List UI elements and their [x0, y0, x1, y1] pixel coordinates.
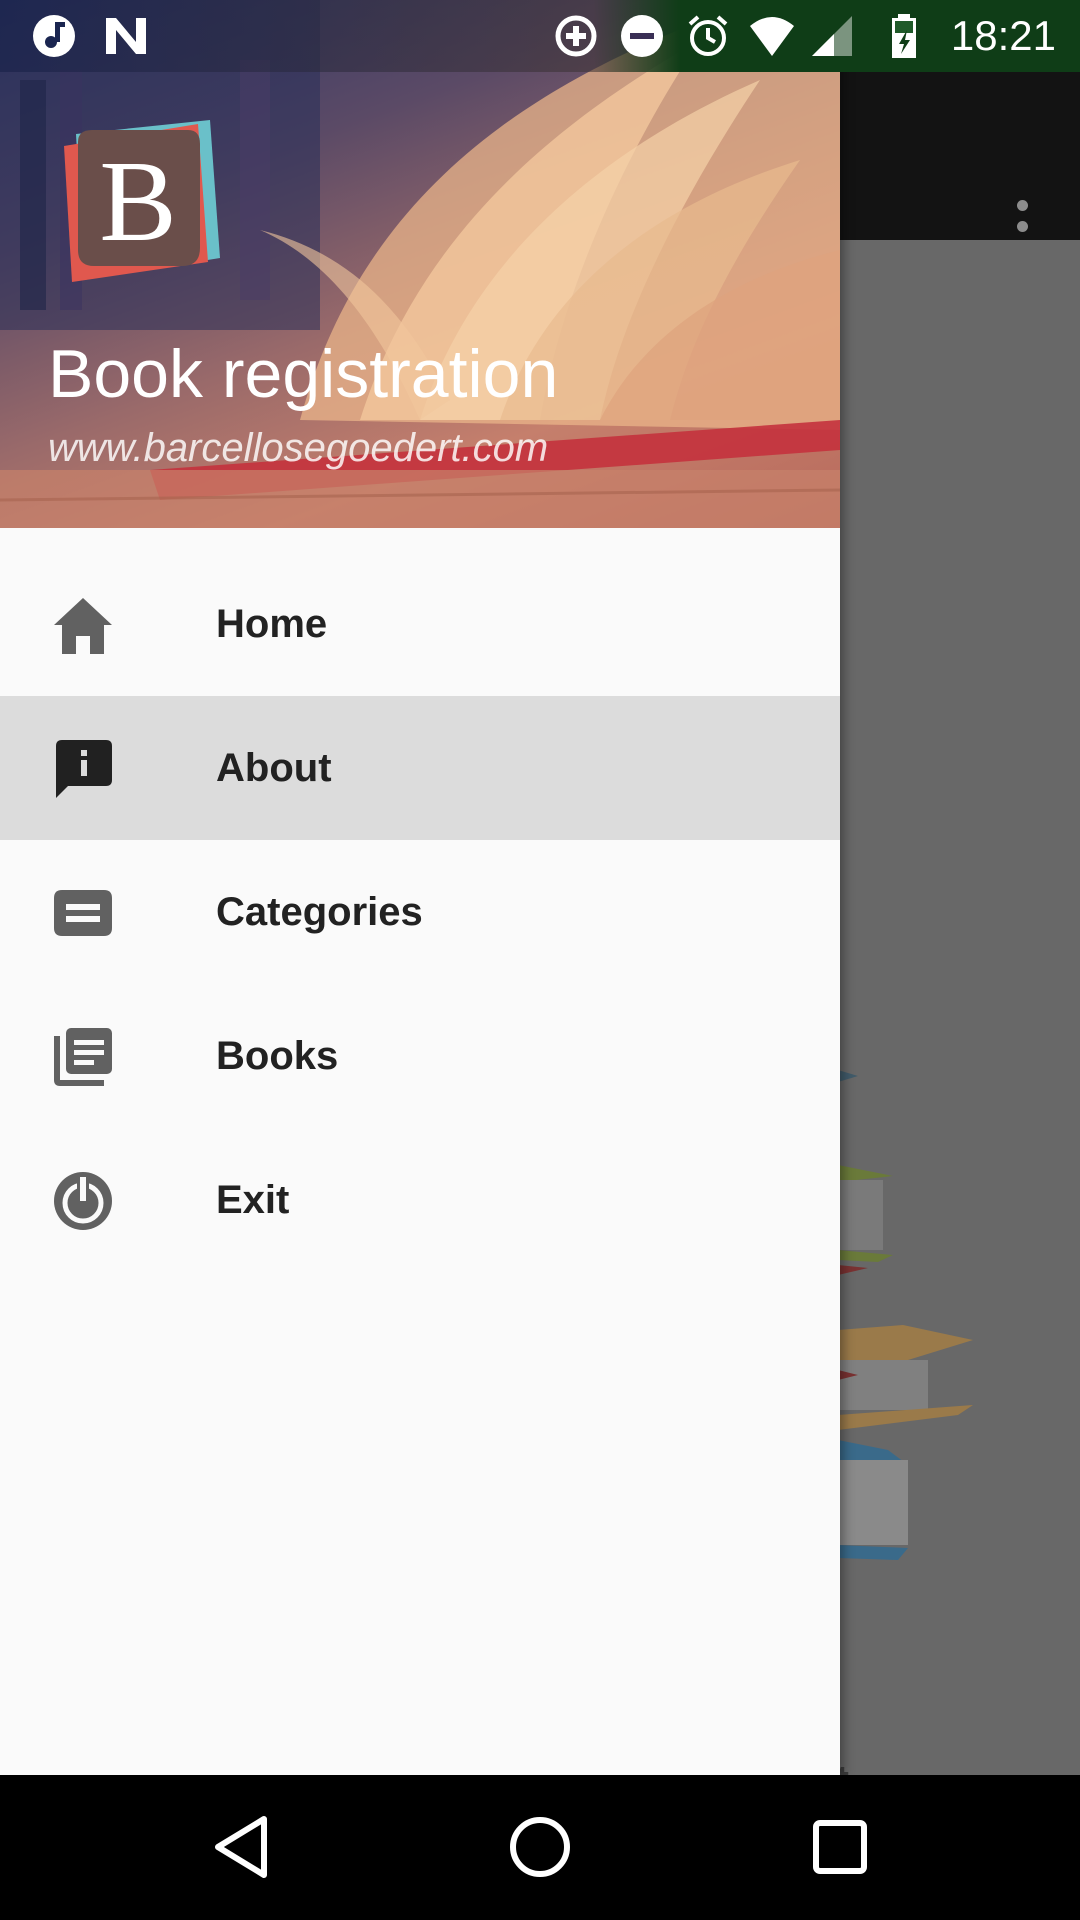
- sync-icon: [555, 15, 597, 57]
- menu-item-categories[interactable]: Categories: [0, 840, 840, 984]
- about-icon: [56, 740, 112, 798]
- status-bar: 18:21: [0, 0, 1080, 72]
- menu-item-about[interactable]: About: [0, 696, 840, 840]
- menu-item-exit[interactable]: Exit: [0, 1128, 840, 1272]
- wifi-icon: [750, 17, 794, 56]
- recents-icon[interactable]: [804, 1811, 876, 1883]
- drawer-header: B Book registration www.barcellosegoeder…: [0, 0, 840, 528]
- menu-item-home[interactable]: Home: [0, 552, 840, 696]
- alarm-icon: [688, 15, 728, 56]
- n-icon: [106, 18, 146, 54]
- back-icon[interactable]: [206, 1811, 278, 1883]
- drawer-title: Book registration: [48, 336, 559, 412]
- home-circle-icon[interactable]: [504, 1811, 576, 1883]
- status-time: 18:21: [950, 12, 1056, 59]
- menu-item-label: Categories: [216, 890, 423, 934]
- books-illustration: [838, 1070, 973, 1560]
- do-not-disturb-icon: [621, 15, 663, 57]
- books-icon: [54, 1028, 112, 1086]
- home-icon: [54, 598, 112, 654]
- navigation-drawer: B Book registration www.barcellosegoeder…: [0, 0, 840, 1775]
- menu-item-books[interactable]: Books: [0, 984, 840, 1128]
- screen: rt eis: [0, 0, 1080, 1920]
- menu-item-label: About: [216, 746, 332, 790]
- menu-item-label: Exit: [216, 1178, 290, 1222]
- menu-item-label: Home: [216, 602, 328, 646]
- power-icon: [54, 1172, 112, 1230]
- svg-text:B: B: [99, 138, 176, 266]
- drawer-subtitle: www.barcellosegoedert.com: [48, 426, 549, 470]
- drawer-menu: Home About Categories Books Exit: [0, 552, 840, 1272]
- battery-charging-icon: [892, 14, 916, 58]
- signal-icon: [812, 16, 852, 56]
- categories-icon: [54, 890, 112, 936]
- music-icon: [33, 15, 75, 57]
- system-navigation-bar: [0, 1775, 1080, 1920]
- menu-item-label: Books: [216, 1034, 339, 1078]
- app-logo: B: [64, 120, 220, 282]
